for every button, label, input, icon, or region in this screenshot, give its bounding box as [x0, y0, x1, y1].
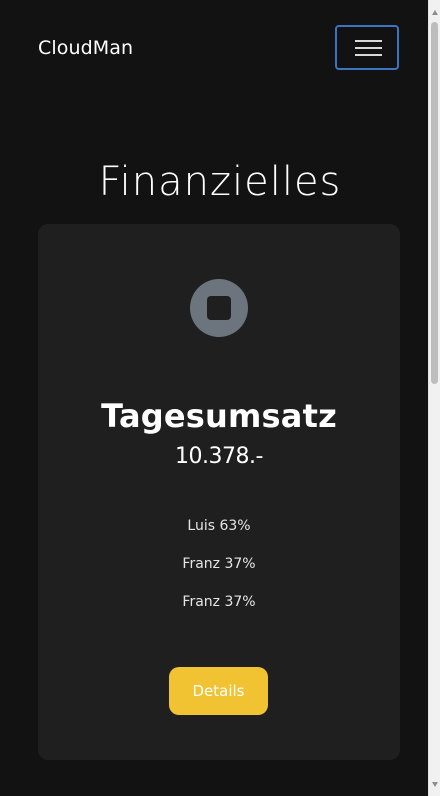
page-title: Finanzielles — [98, 158, 342, 205]
card-title: Tagesumsatz — [101, 396, 337, 435]
scroll-up-icon[interactable] — [432, 10, 438, 15]
menu-toggle-button[interactable] — [335, 25, 399, 70]
menu-icon — [355, 39, 382, 57]
menu-icon-bar — [355, 47, 382, 49]
page-content: CloudMan Finanzielles Tagesumsatz 10.378… — [0, 0, 428, 796]
stop-circle-icon — [190, 279, 248, 337]
revenue-shares-list: Luis 63% Franz 37% Franz 37% — [38, 516, 400, 630]
details-button[interactable]: Details — [169, 667, 268, 715]
revenue-share-item: Franz 37% — [182, 556, 256, 572]
top-navbar: CloudMan — [0, 0, 428, 96]
menu-icon-bar — [355, 40, 382, 42]
brand-name[interactable]: CloudMan — [38, 36, 133, 60]
scrollbar-thumb[interactable] — [431, 22, 438, 384]
vertical-scrollbar[interactable] — [428, 0, 440, 796]
revenue-amount: 10.378.- — [175, 444, 263, 469]
finance-page: CloudMan Finanzielles Tagesumsatz 10.378… — [0, 0, 440, 796]
revenue-share-item: Franz 37% — [182, 594, 256, 610]
revenue-share-item: Luis 63% — [187, 518, 251, 534]
stop-square-icon — [207, 296, 231, 320]
daily-revenue-card: Tagesumsatz 10.378.- Luis 63% Franz 37% … — [38, 224, 400, 760]
scroll-down-icon[interactable] — [432, 782, 438, 787]
menu-icon-bar — [355, 54, 382, 56]
